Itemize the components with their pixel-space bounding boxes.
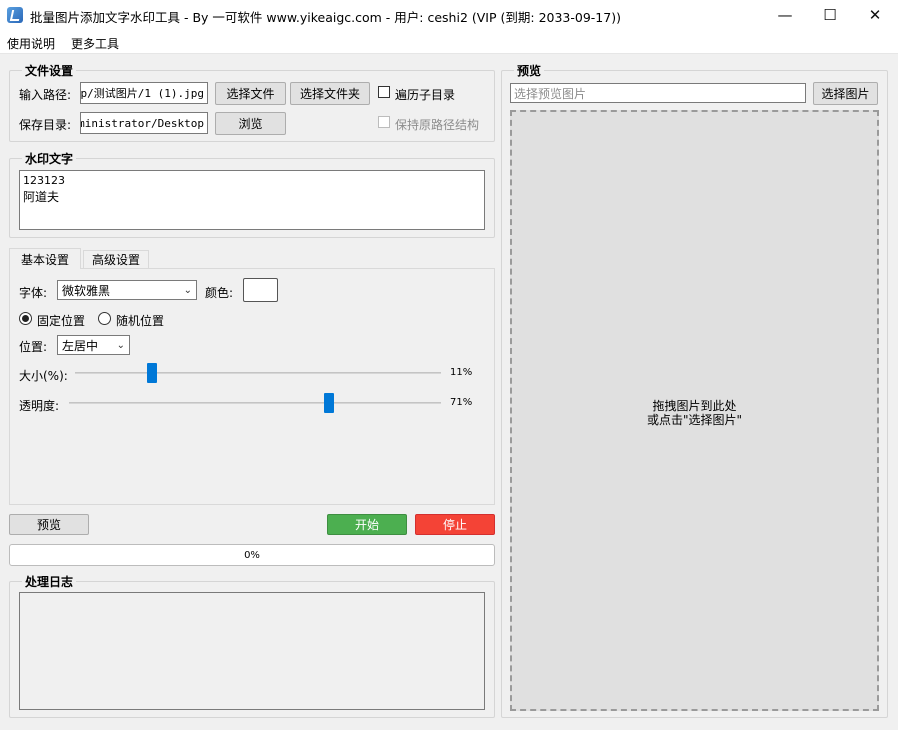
progress-text: 0%: [244, 549, 260, 561]
color-swatch[interactable]: [243, 278, 278, 302]
size-slider-handle[interactable]: [146, 363, 157, 383]
maximize-icon: ☐: [823, 6, 837, 24]
size-slider-track[interactable]: [75, 372, 441, 374]
size-value: 11%: [450, 367, 473, 378]
traverse-subdirs-checkbox[interactable]: [378, 86, 390, 98]
minimize-icon: —: [777, 6, 793, 24]
preview-title: 预览: [514, 62, 545, 79]
minimize-button[interactable]: —: [762, 0, 808, 30]
keep-structure-checkbox[interactable]: [378, 116, 390, 128]
stop-button[interactable]: 停止: [415, 514, 495, 535]
tab-basic-settings[interactable]: 基本设置: [9, 248, 81, 269]
chevron-down-icon: ⌄: [116, 339, 125, 351]
random-position-radio[interactable]: [98, 312, 111, 325]
file-settings-title: 文件设置: [22, 62, 77, 79]
select-folder-button[interactable]: 选择文件夹: [290, 82, 370, 105]
save-dir-field[interactable]: dministrator/Desktop: [80, 112, 208, 134]
start-button[interactable]: 开始: [327, 514, 407, 535]
keep-structure-label: 保持原路径结构: [395, 118, 480, 132]
opacity-slider-track[interactable]: [69, 402, 441, 404]
menu-item-help[interactable]: 使用说明: [7, 35, 55, 52]
preview-image-input[interactable]: 选择预览图片: [510, 83, 806, 103]
opacity-label: 透明度:: [19, 399, 60, 413]
select-file-button[interactable]: 选择文件: [215, 82, 286, 105]
fixed-position-radio[interactable]: [19, 312, 32, 325]
traverse-subdirs-label: 遍历子目录: [395, 88, 456, 102]
menu-bar: [0, 30, 898, 54]
browse-button[interactable]: 浏览: [215, 112, 286, 135]
chevron-down-icon: ⌄: [183, 284, 192, 296]
select-image-button[interactable]: 选择图片: [813, 82, 878, 105]
menu-item-more-tools[interactable]: 更多工具: [71, 35, 119, 52]
watermark-line-2: 阿道夫: [23, 190, 60, 204]
tab-advanced-settings[interactable]: 高级设置: [83, 250, 149, 268]
watermark-text-title: 水印文字: [22, 150, 77, 167]
progress-bar: 0%: [9, 544, 495, 566]
position-label: 位置:: [19, 340, 48, 354]
drop-hint-line-2: 或点击"选择图片": [646, 413, 743, 427]
log-text-area[interactable]: [19, 592, 485, 710]
opacity-value: 71%: [450, 397, 473, 408]
input-path-field[interactable]: p/测试图片/1 (1).jpg: [80, 82, 208, 104]
tab-panel-basic: [9, 268, 495, 505]
position-select[interactable]: 左居中 ⌄: [57, 335, 130, 355]
maximize-button[interactable]: ☐: [807, 0, 853, 30]
opacity-slider-handle[interactable]: [324, 393, 335, 413]
close-button[interactable]: ✕: [852, 0, 898, 30]
watermark-line-1: 123123: [23, 174, 65, 187]
fixed-position-label: 固定位置: [37, 314, 86, 328]
close-icon: ✕: [868, 6, 882, 24]
preview-button[interactable]: 预览: [9, 514, 89, 535]
save-dir-label: 保存目录:: [19, 118, 72, 132]
color-label: 颜色:: [205, 286, 234, 300]
app-icon: [7, 7, 23, 23]
random-position-label: 随机位置: [116, 314, 165, 328]
log-title: 处理日志: [22, 573, 77, 590]
watermark-text-area[interactable]: [19, 170, 485, 230]
window-title: 批量图片添加文字水印工具 - By 一可软件 www.yikeaigc.com …: [30, 10, 621, 25]
font-label: 字体:: [19, 286, 48, 300]
font-select[interactable]: 微软雅黑 ⌄: [57, 280, 197, 300]
input-path-label: 输入路径:: [19, 88, 72, 102]
size-label: 大小(%):: [19, 369, 68, 383]
